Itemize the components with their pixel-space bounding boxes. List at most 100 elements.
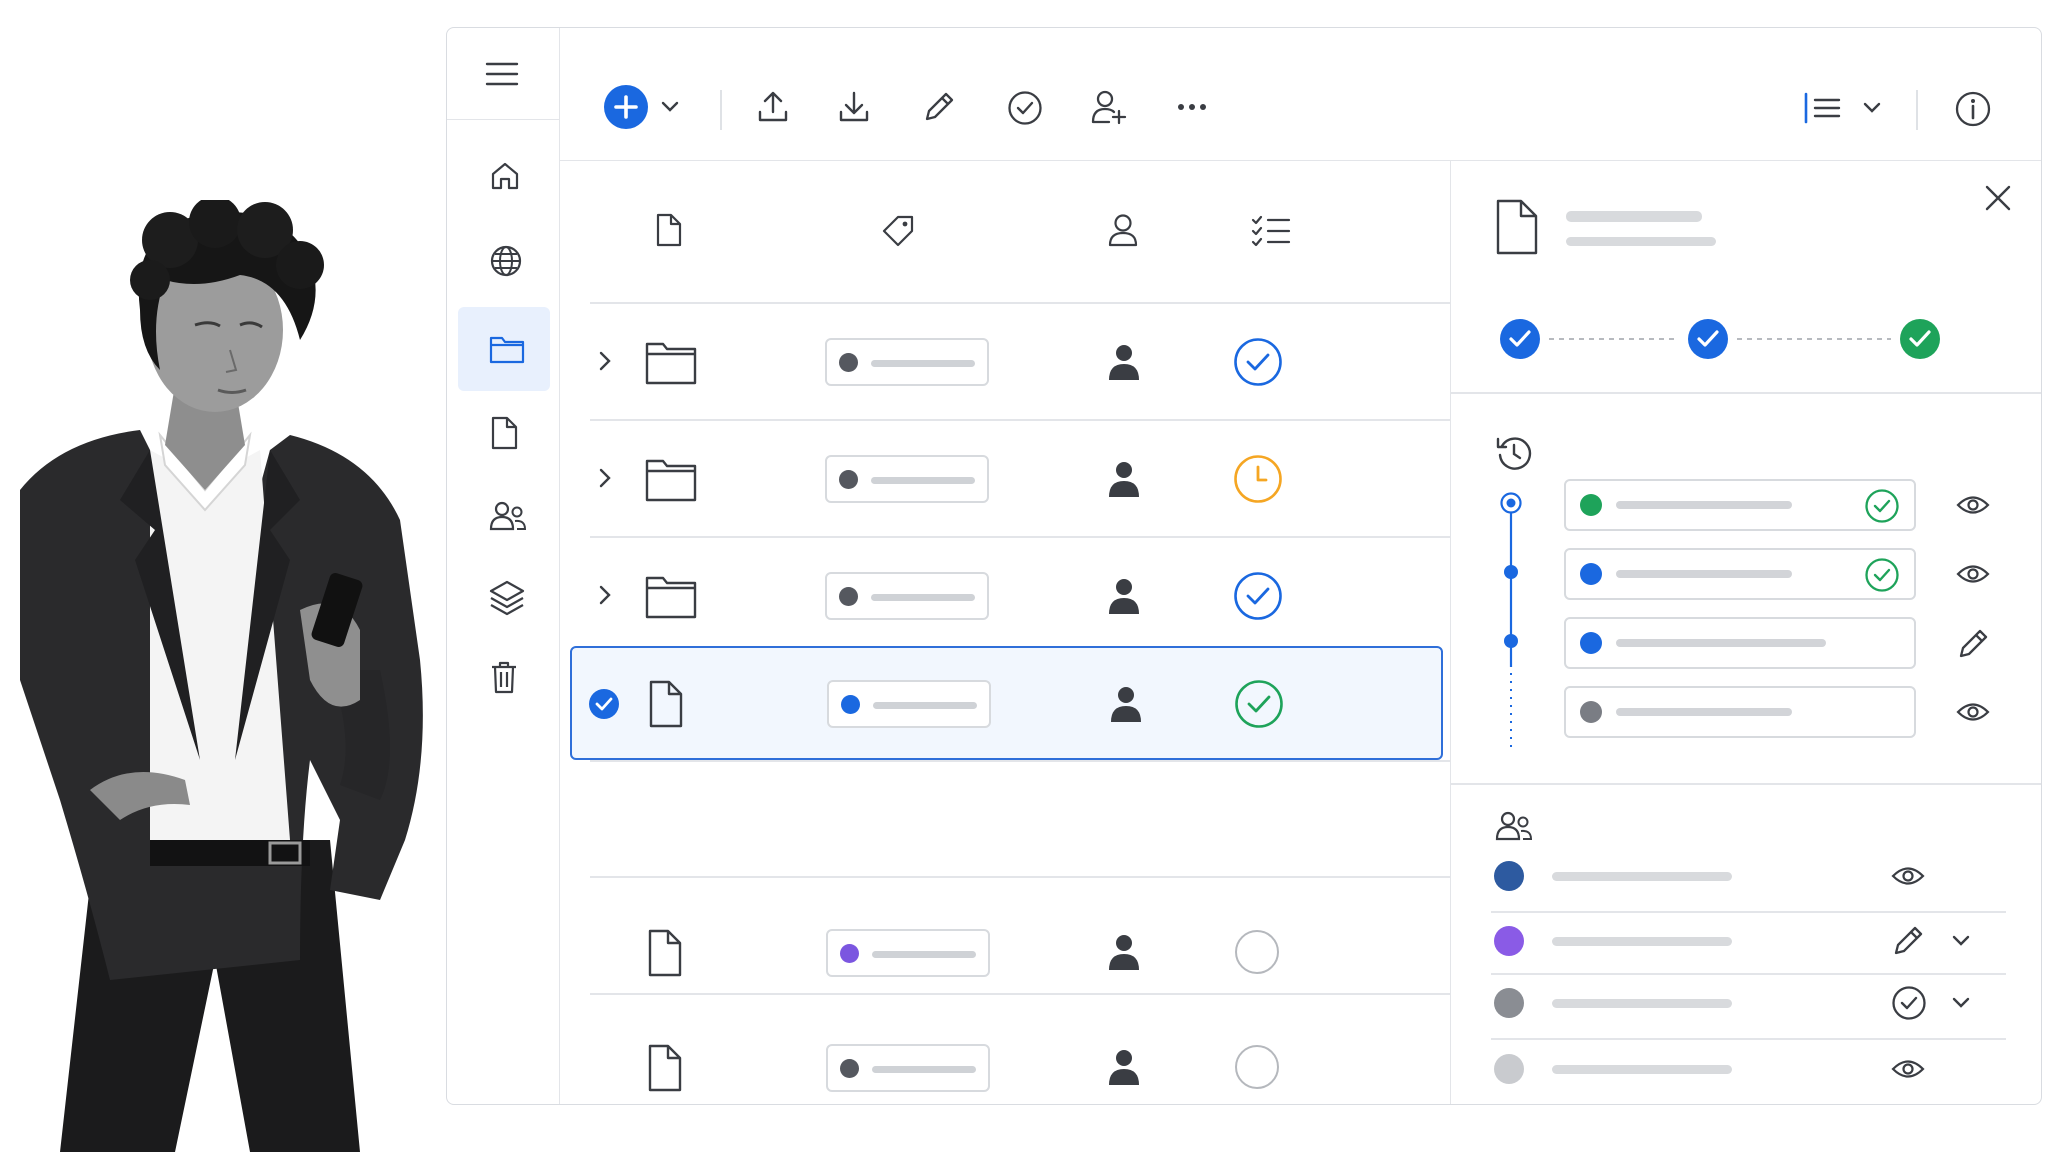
- table-row-selected[interactable]: [570, 646, 1443, 760]
- workflow-step-complete: [1900, 319, 1940, 359]
- more-button[interactable]: [1177, 102, 1207, 112]
- folder-icon: [645, 459, 697, 502]
- add-dropdown-button[interactable]: [660, 100, 680, 114]
- chevron-right-icon[interactable]: [598, 350, 612, 372]
- version-item[interactable]: [1564, 479, 1916, 531]
- tag-pill[interactable]: [826, 929, 990, 977]
- users-icon: [489, 501, 527, 531]
- menu-button[interactable]: [447, 28, 560, 120]
- member-row[interactable]: [1451, 926, 2041, 986]
- pencil-icon: [925, 92, 954, 121]
- chevron-right-icon[interactable]: [598, 467, 612, 489]
- table-row[interactable]: [560, 1011, 1451, 1104]
- view-dropdown-button[interactable]: [1862, 101, 1882, 115]
- column-header-tag[interactable]: [880, 213, 916, 249]
- toolbar: [560, 28, 2041, 161]
- tag-pill[interactable]: [826, 1044, 990, 1092]
- workflow-progress: [1500, 319, 1940, 359]
- info-button[interactable]: [1954, 90, 1992, 128]
- user-avatar-icon: [1109, 935, 1139, 970]
- chevron-down-icon[interactable]: [1951, 996, 1971, 1010]
- approved-check-icon: [1865, 558, 1899, 592]
- user-icon: [1108, 214, 1138, 247]
- approved-check-icon: [1865, 489, 1899, 523]
- pencil-icon[interactable]: [1956, 627, 1990, 661]
- add-user-icon: [1091, 90, 1127, 125]
- file-icon: [648, 929, 682, 977]
- eye-icon[interactable]: [1956, 701, 1990, 723]
- version-item[interactable]: [1564, 548, 1916, 600]
- details-panel: [1451, 161, 2041, 1104]
- tag-pill[interactable]: [825, 338, 989, 386]
- eye-icon[interactable]: [1891, 1058, 1925, 1080]
- chevron-right-icon[interactable]: [598, 584, 612, 606]
- member-name-placeholder: [1552, 1065, 1732, 1074]
- download-button[interactable]: [837, 90, 871, 124]
- member-divider: [1491, 911, 2006, 913]
- table-row[interactable]: [560, 537, 1451, 653]
- approve-button[interactable]: [1007, 90, 1043, 126]
- app-window: [446, 27, 2042, 1105]
- approved-status-icon: [1234, 338, 1282, 386]
- version-label-placeholder: [1616, 570, 1792, 578]
- tag-pill[interactable]: [825, 572, 989, 620]
- close-icon[interactable]: [1983, 183, 2013, 213]
- file-icon: [491, 416, 518, 450]
- check-circle-icon[interactable]: [1891, 985, 1927, 1021]
- version-color-dot: [1580, 632, 1602, 654]
- eye-icon[interactable]: [1956, 494, 1990, 516]
- tag-icon: [882, 215, 914, 247]
- user-avatar-icon: [1111, 687, 1141, 722]
- menu-icon: [485, 62, 519, 86]
- empty-status-icon: [1235, 930, 1279, 974]
- add-user-button[interactable]: [1091, 89, 1127, 125]
- eye-icon[interactable]: [1891, 865, 1925, 887]
- chevron-down-icon[interactable]: [1951, 934, 1971, 948]
- users-icon: [1495, 811, 1533, 841]
- edit-button[interactable]: [922, 90, 956, 124]
- eye-icon[interactable]: [1956, 563, 1990, 585]
- member-row[interactable]: [1451, 1054, 2041, 1104]
- sidebar-item-layers[interactable]: [458, 552, 550, 636]
- trash-icon: [492, 661, 516, 694]
- tag-label-placeholder: [871, 594, 975, 601]
- checkbox-checked-icon[interactable]: [589, 689, 619, 719]
- member-name-placeholder: [1552, 999, 1732, 1008]
- version-item[interactable]: [1564, 617, 1916, 669]
- member-name-placeholder: [1552, 937, 1732, 946]
- tag-color-dot: [840, 1059, 859, 1078]
- user-avatar-icon: [1109, 1050, 1139, 1085]
- more-icon: [1178, 104, 1206, 110]
- tag-label-placeholder: [873, 702, 977, 709]
- upload-button[interactable]: [756, 90, 790, 124]
- download-icon: [839, 91, 869, 122]
- sidebar-item-globe[interactable]: [458, 217, 550, 301]
- column-header-status[interactable]: [1251, 215, 1291, 247]
- table-row[interactable]: [560, 420, 1451, 536]
- tag-pill[interactable]: [825, 455, 989, 503]
- pencil-icon[interactable]: [1891, 924, 1925, 958]
- member-divider: [1491, 1038, 2006, 1040]
- tag-pill[interactable]: [827, 680, 991, 728]
- view-toggle-button[interactable]: [1803, 92, 1843, 124]
- sidebar-item-trash[interactable]: [458, 633, 550, 717]
- version-label-placeholder: [1616, 639, 1826, 647]
- user-avatar-icon: [1109, 462, 1139, 497]
- table-row[interactable]: [560, 896, 1451, 1012]
- sidebar-item-users[interactable]: [458, 472, 550, 556]
- approved-status-icon: [1234, 572, 1282, 620]
- sidebar-item-folders[interactable]: [458, 307, 550, 391]
- row-divider: [590, 876, 1450, 878]
- file-subtitle-placeholder: [1566, 237, 1716, 246]
- tag-label-placeholder: [872, 951, 976, 958]
- table-row[interactable]: [560, 303, 1451, 419]
- workflow-step-done: [1500, 319, 1540, 359]
- sidebar-item-files[interactable]: [458, 389, 550, 473]
- add-button[interactable]: [604, 85, 648, 129]
- column-header-name[interactable]: [655, 213, 683, 247]
- version-item[interactable]: [1564, 686, 1916, 738]
- row-divider: [590, 760, 1450, 762]
- sidebar-item-home[interactable]: [458, 133, 550, 217]
- column-header-owner[interactable]: [1108, 213, 1138, 247]
- member-avatar: [1494, 1054, 1524, 1084]
